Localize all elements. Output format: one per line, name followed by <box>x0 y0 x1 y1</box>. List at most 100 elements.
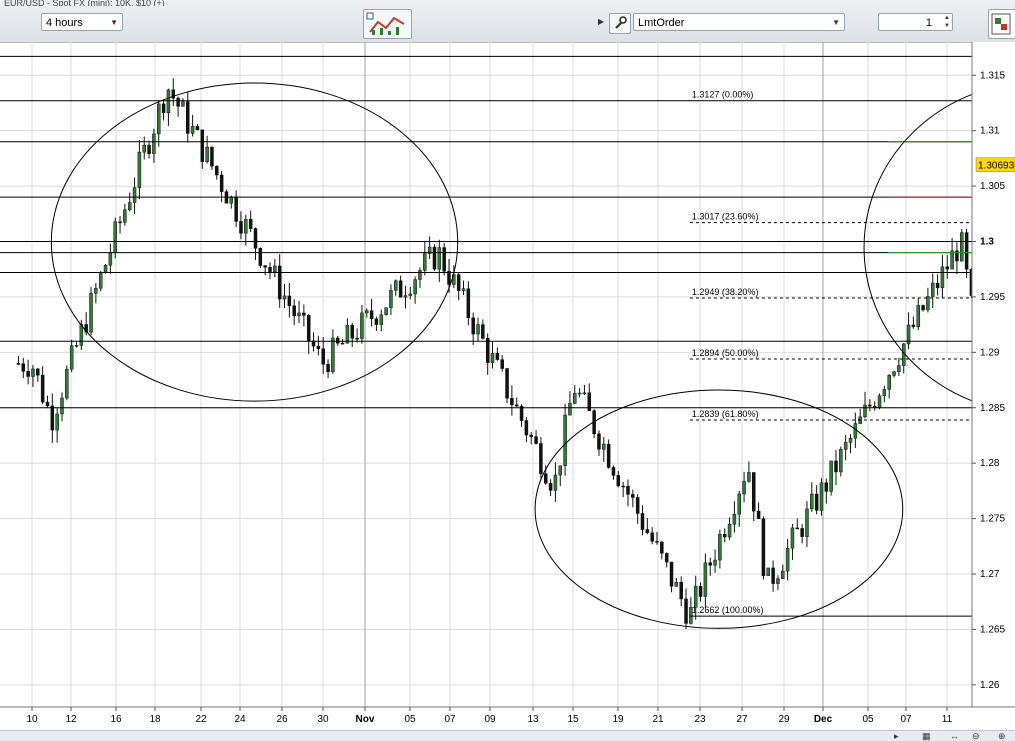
price-chart[interactable]: 1.3127 (0.00%) 1.3017 (23.60%) 1.2949 (38.… <box>0 42 1015 730</box>
x-tick-label: 21 <box>652 714 664 725</box>
candle-body <box>897 365 901 372</box>
candle-body <box>655 541 659 543</box>
candle-body <box>829 460 833 492</box>
candle-body <box>456 274 461 291</box>
candle-body <box>577 392 582 395</box>
candle-body <box>737 493 741 515</box>
candle-body <box>190 126 195 134</box>
candle-body <box>548 483 553 491</box>
fib-label: 1.3127 (0.00%) <box>692 90 754 100</box>
candle-body <box>40 374 45 403</box>
candle-body <box>302 312 306 316</box>
candle-body <box>674 581 679 587</box>
candle-body <box>810 493 814 510</box>
chart-tools-icon <box>366 12 405 35</box>
candle-body <box>311 340 316 347</box>
candle-body <box>461 288 466 291</box>
candle-body <box>950 250 954 270</box>
candle-body <box>664 553 669 563</box>
candle-body <box>331 337 335 373</box>
status-bar: ▸ ▦ ↔ ⊖ ⊕ <box>0 730 1015 741</box>
candle-body <box>50 405 55 431</box>
candle-body <box>776 578 780 584</box>
chart-tools-button[interactable] <box>363 9 412 39</box>
candle-body <box>253 228 258 249</box>
candle-body <box>186 101 190 134</box>
candle-body <box>490 353 495 363</box>
candle-body <box>471 317 475 335</box>
candle-body <box>31 368 35 377</box>
x-tick-label: 11 <box>942 714 953 725</box>
y-tick-label: 1.28 <box>980 458 1000 469</box>
candle-body <box>781 570 785 579</box>
candle-body <box>785 547 790 572</box>
candle-body <box>921 305 925 311</box>
x-tick-label: 07 <box>444 714 456 725</box>
candle-body <box>514 404 519 407</box>
order-tool-button[interactable] <box>609 13 631 34</box>
candle-body <box>703 562 708 597</box>
x-tick-label: 30 <box>317 714 329 725</box>
candle-body <box>722 534 727 538</box>
candle-body <box>277 265 282 300</box>
candle-body <box>466 288 471 319</box>
candle-body <box>795 527 800 530</box>
candle-body <box>868 404 872 407</box>
expand-panel-icon[interactable]: ▶ <box>598 17 604 26</box>
candle-body <box>616 475 621 487</box>
candle-body <box>510 397 514 405</box>
candle-body <box>239 221 243 234</box>
order-ticket-icon <box>991 13 1011 35</box>
candle-body <box>355 337 359 340</box>
candle-body <box>650 532 654 542</box>
order-ticket-button[interactable] <box>988 9 1015 39</box>
y-tick-label: 1.265 <box>980 624 1005 635</box>
x-tick-label: 29 <box>778 714 790 725</box>
candle-body <box>485 338 490 363</box>
candle-body <box>181 101 185 107</box>
candle-body <box>606 443 611 468</box>
candle-body <box>287 295 292 307</box>
candle-body <box>432 246 437 270</box>
candle-body <box>698 586 703 597</box>
candle-body <box>631 494 635 498</box>
candle-body <box>684 598 688 624</box>
candle-body <box>205 146 209 162</box>
candle-body <box>771 567 775 584</box>
x-tick-label: Nov <box>356 714 375 725</box>
spin-down-icon[interactable]: ▼ <box>944 23 950 30</box>
spin-up-icon[interactable]: ▲ <box>944 15 950 22</box>
candle-body <box>98 272 103 289</box>
ellipse-annotation <box>534 389 904 629</box>
candle-body <box>248 218 253 229</box>
candle-body <box>960 232 964 262</box>
candle-body <box>964 232 969 270</box>
candle-body <box>805 508 809 537</box>
chevron-down-icon: ▼ <box>110 18 118 27</box>
x-tick-label: 09 <box>484 714 496 725</box>
candle-body <box>529 434 533 437</box>
quantity-stepper[interactable]: 1 ▲ ▼ <box>878 13 953 31</box>
candle-body <box>127 202 132 211</box>
order-type-select[interactable]: LmtOrder ▼ <box>633 13 845 31</box>
candle-body <box>582 392 587 395</box>
candle-body <box>597 433 601 450</box>
candle-body <box>118 221 122 224</box>
candle-body <box>55 413 59 431</box>
x-tick-label: 16 <box>110 714 122 725</box>
candle-body <box>611 467 616 476</box>
candle-body <box>935 282 940 289</box>
timeframe-select[interactable]: 4 hours ▼ <box>41 13 123 31</box>
candle-body <box>229 196 234 204</box>
candle-body <box>36 368 40 376</box>
x-tick-label: 24 <box>234 714 246 725</box>
x-tick-label: 23 <box>694 714 706 725</box>
x-tick-label: 22 <box>195 714 207 725</box>
candle-body <box>708 562 712 566</box>
chevron-down-icon: ▼ <box>832 18 840 27</box>
candle-body <box>132 187 137 203</box>
y-tick-label: 1.31 <box>980 126 1000 137</box>
candle-body <box>621 485 625 488</box>
candle-body <box>839 449 843 473</box>
y-tick-label: 1.285 <box>980 403 1005 414</box>
